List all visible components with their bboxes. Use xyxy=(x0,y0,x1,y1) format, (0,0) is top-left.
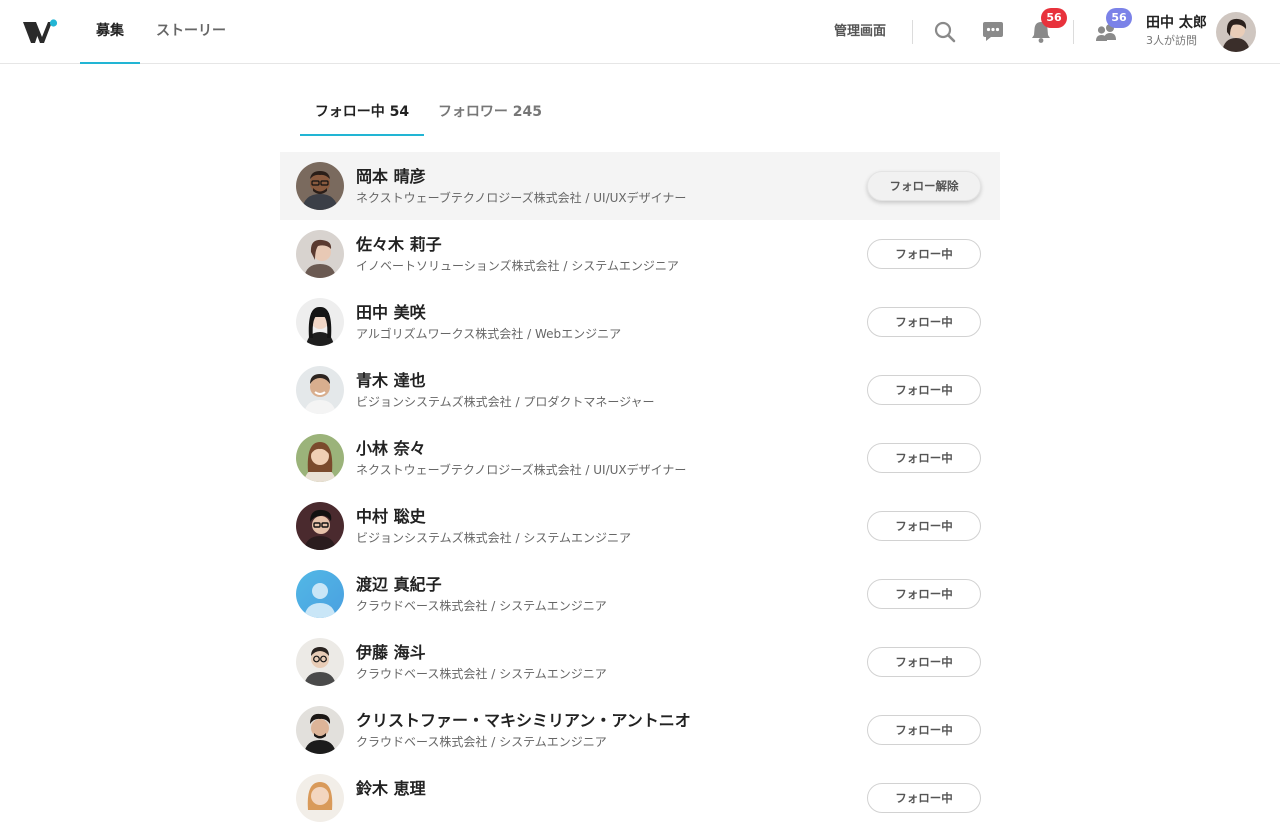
chat-bubble-icon xyxy=(983,22,1003,41)
header-divider xyxy=(1073,20,1074,44)
messages-button[interactable] xyxy=(979,18,1007,46)
user-company-role: ネクストウェーブテクノロジーズ株式会社 / UI/UXデザイナー xyxy=(356,191,687,205)
top-header: 募集 ストーリー 管理画面 56 56 田中 太郎 3人が訪問 xyxy=(0,0,1280,64)
nav-tab-stories[interactable]: ストーリー xyxy=(150,0,232,64)
unfollow-button[interactable]: フォロー解除 xyxy=(867,171,981,201)
user-name: 田中 太郎 xyxy=(1146,15,1207,31)
search-button[interactable] xyxy=(931,18,959,46)
user-row[interactable]: 佐々木 莉子 イノベートソリューションズ株式会社 / システムエンジニア フォロ… xyxy=(280,220,1000,288)
user-row[interactable]: 渡辺 真紀子 クラウドベース株式会社 / システムエンジニア フォロー中 xyxy=(280,560,1000,628)
user-row[interactable]: 伊藤 海斗 クラウドベース株式会社 / システムエンジニア フォロー中 xyxy=(280,628,1000,696)
user-name[interactable]: 伊藤 海斗 xyxy=(356,642,426,664)
user-name[interactable]: 中村 聡史 xyxy=(356,506,426,528)
user-avatar[interactable] xyxy=(1216,12,1256,52)
following-button[interactable]: フォロー中 xyxy=(867,239,981,269)
user-name[interactable]: 田中 美咲 xyxy=(356,302,426,324)
user-name[interactable]: 渡辺 真紀子 xyxy=(356,574,442,596)
user-avatar[interactable] xyxy=(296,434,344,482)
wantedly-logo[interactable] xyxy=(22,18,60,46)
user-company-role: クラウドベース株式会社 / システムエンジニア xyxy=(356,735,607,749)
user-avatar[interactable] xyxy=(296,230,344,278)
user-row[interactable]: 鈴木 恵理 フォロー中 xyxy=(280,764,1000,832)
following-button[interactable]: フォロー中 xyxy=(867,307,981,337)
user-row[interactable]: 青木 達也 ビジョンシステムズ株式会社 / プロダクトマネージャー フォロー中 xyxy=(280,356,1000,424)
user-avatar[interactable] xyxy=(296,298,344,346)
following-button[interactable]: フォロー中 xyxy=(867,375,981,405)
user-company-role: ビジョンシステムズ株式会社 / プロダクトマネージャー xyxy=(356,395,655,409)
visitor-summary: 3人が訪問 xyxy=(1146,34,1197,47)
admin-dashboard-link[interactable]: 管理画面 xyxy=(826,0,894,64)
user-name[interactable]: 青木 達也 xyxy=(356,370,426,392)
user-avatar[interactable] xyxy=(296,706,344,754)
notifications-count-badge: 56 xyxy=(1041,8,1067,28)
user-name[interactable]: クリストファー・マキシミリアン・アントニオ xyxy=(356,710,691,732)
following-button[interactable]: フォロー中 xyxy=(867,647,981,677)
following-button[interactable]: フォロー中 xyxy=(867,511,981,541)
user-avatar[interactable] xyxy=(296,774,344,822)
user-company-role: クラウドベース株式会社 / システムエンジニア xyxy=(356,667,607,681)
user-info[interactable]: 田中 太郎 3人が訪問 xyxy=(1146,14,1212,50)
following-button[interactable]: フォロー中 xyxy=(867,443,981,473)
user-row[interactable]: 小林 奈々 ネクストウェーブテクノロジーズ株式会社 / UI/UXデザイナー フ… xyxy=(280,424,1000,492)
following-button[interactable]: フォロー中 xyxy=(867,579,981,609)
user-company-role: アルゴリズムワークス株式会社 / Webエンジニア xyxy=(356,327,622,341)
user-row[interactable]: クリストファー・マキシミリアン・アントニオ クラウドベース株式会社 / システム… xyxy=(280,696,1000,764)
user-name[interactable]: 岡本 晴彦 xyxy=(356,166,426,188)
user-name[interactable]: 小林 奈々 xyxy=(356,438,426,460)
user-avatar[interactable] xyxy=(296,502,344,550)
tab-followers[interactable]: フォロワー 245 xyxy=(430,90,550,136)
tab-following[interactable]: フォロー中 54 xyxy=(300,90,424,136)
user-company-role: イノベートソリューションズ株式会社 / システムエンジニア xyxy=(356,259,679,273)
user-name[interactable]: 鈴木 恵理 xyxy=(356,778,426,800)
user-avatar[interactable] xyxy=(296,162,344,210)
default-user-icon xyxy=(296,570,344,618)
following-list: 岡本 晴彦 ネクストウェーブテクノロジーズ株式会社 / UI/UXデザイナー フ… xyxy=(280,152,1000,832)
visitors-count-badge: 56 xyxy=(1106,8,1132,28)
user-avatar[interactable] xyxy=(296,638,344,686)
following-button[interactable]: フォロー中 xyxy=(867,715,981,745)
default-avatar[interactable] xyxy=(296,570,344,618)
user-company-role: ビジョンシステムズ株式会社 / システムエンジニア xyxy=(356,531,631,545)
following-button[interactable]: フォロー中 xyxy=(867,783,981,813)
user-row[interactable]: 岡本 晴彦 ネクストウェーブテクノロジーズ株式会社 / UI/UXデザイナー フ… xyxy=(280,152,1000,220)
user-row[interactable]: 中村 聡史 ビジョンシステムズ株式会社 / システムエンジニア フォロー中 xyxy=(280,492,1000,560)
user-name[interactable]: 佐々木 莉子 xyxy=(356,234,442,256)
user-company-role: クラウドベース株式会社 / システムエンジニア xyxy=(356,599,607,613)
user-company-role: ネクストウェーブテクノロジーズ株式会社 / UI/UXデザイナー xyxy=(356,463,687,477)
nav-tab-recruit[interactable]: 募集 xyxy=(80,0,140,64)
search-icon xyxy=(934,21,956,43)
header-divider xyxy=(912,20,913,44)
user-row[interactable]: 田中 美咲 アルゴリズムワークス株式会社 / Webエンジニア フォロー中 xyxy=(280,288,1000,356)
user-avatar[interactable] xyxy=(296,366,344,414)
notifications-button[interactable]: 56 xyxy=(1027,8,1067,46)
visitors-button[interactable]: 56 xyxy=(1092,8,1132,46)
